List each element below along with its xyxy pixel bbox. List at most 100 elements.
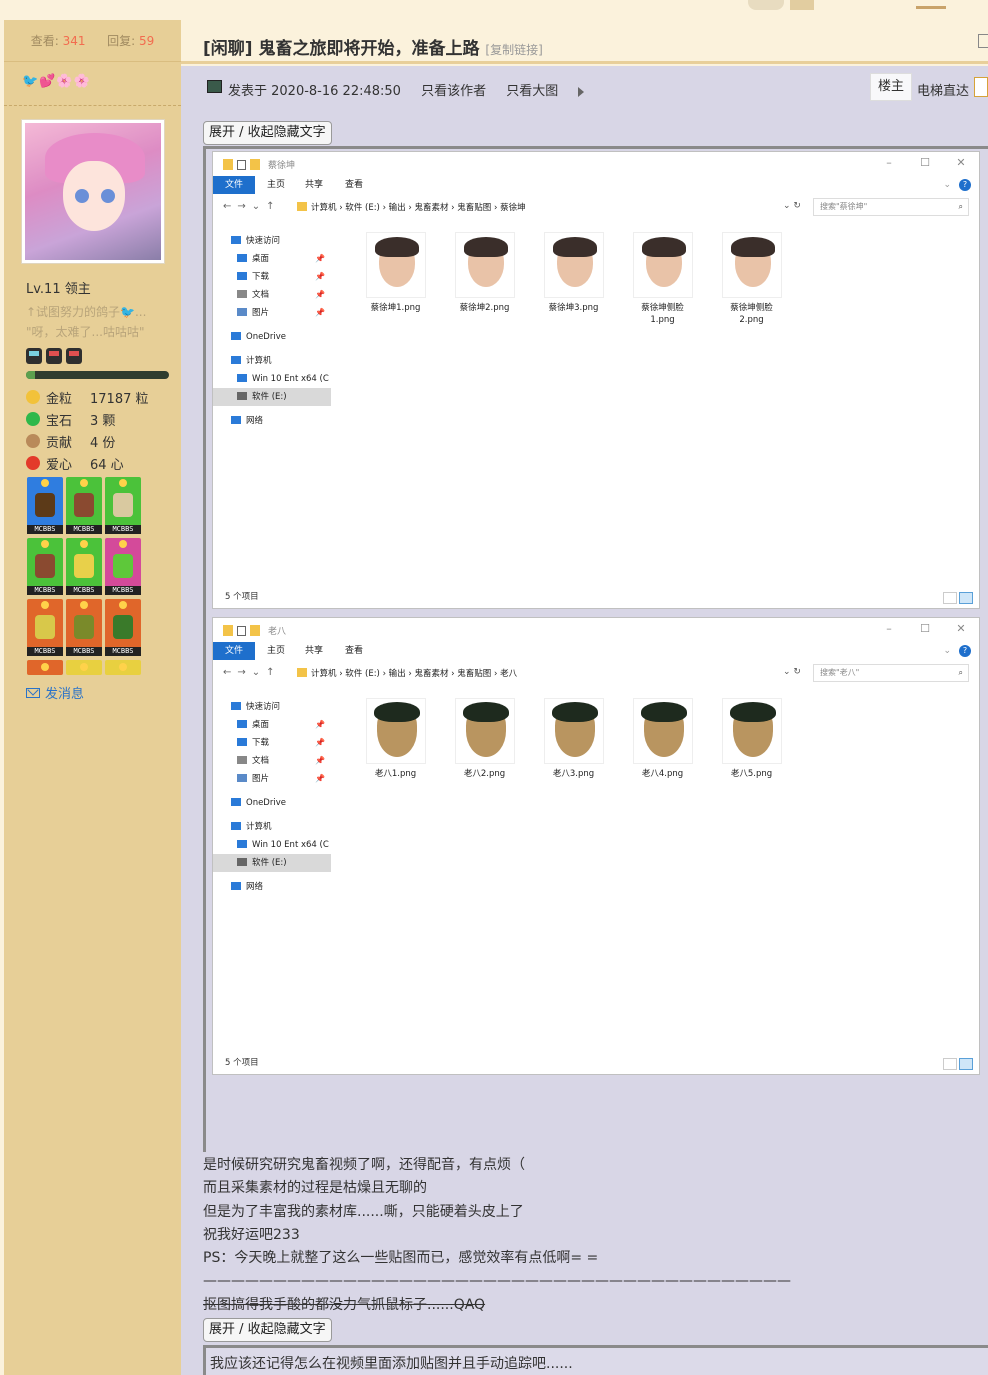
medal-badge[interactable]: MCBBS xyxy=(105,538,141,595)
nav-arrows[interactable]: ←→⌄↑ xyxy=(223,201,281,212)
file-item[interactable]: 老八3.png xyxy=(529,698,618,780)
medal-badge[interactable]: MCBBS xyxy=(105,599,141,656)
tab-file[interactable]: 文件 xyxy=(213,642,255,660)
medal-badge[interactable]: MCBBS xyxy=(27,538,63,595)
maximize-icon[interactable]: ☐ xyxy=(907,156,943,169)
search-input[interactable]: 搜索"老八" ⌕ xyxy=(813,664,969,682)
nav-item[interactable]: 计算机 xyxy=(213,352,331,370)
image-thumbnail xyxy=(454,232,515,298)
print-icon[interactable] xyxy=(978,34,988,48)
send-message-link[interactable]: 发消息 xyxy=(26,683,84,702)
close-icon[interactable]: ✕ xyxy=(943,156,979,169)
image-thumbnail xyxy=(543,232,604,298)
desktop-icon xyxy=(237,720,247,728)
close-icon[interactable]: ✕ xyxy=(943,622,979,635)
file-item[interactable]: 老八5.png xyxy=(707,698,796,780)
nav-arrows[interactable]: ←→⌄↑ xyxy=(223,667,281,678)
medal-badge[interactable] xyxy=(27,660,63,675)
nav-item[interactable]: 网络 xyxy=(213,878,331,896)
tab-view[interactable]: 查看 xyxy=(345,176,363,194)
post-body: 发表于 2020-8-16 22:48:50 只看该作者 只看大图 楼主 电梯直… xyxy=(181,66,988,1375)
nav-item[interactable]: 文档 📌 xyxy=(213,752,331,770)
maximize-icon[interactable]: ☐ xyxy=(907,622,943,635)
nav-item[interactable]: 网络 xyxy=(213,412,331,430)
medal-badge[interactable]: MCBBS xyxy=(105,477,141,534)
file-item[interactable]: 老八4.png xyxy=(618,698,707,780)
nav-item[interactable]: 图片 📌 xyxy=(213,304,331,322)
nav-item[interactable]: 软件 (E:) xyxy=(213,388,331,406)
user-credits: 金粒 17187 粒宝石 3 颗贡献 4 份爱心 64 心 xyxy=(26,386,149,474)
big-image-link[interactable]: 只看大图 xyxy=(506,84,558,99)
play-arrow-icon[interactable] xyxy=(578,86,585,97)
details-view-icon xyxy=(943,1058,957,1070)
toolbar-icon[interactable] xyxy=(748,0,784,10)
file-name: 蔡徐坤1.png xyxy=(370,303,421,313)
medal-badge[interactable]: MCBBS xyxy=(27,599,63,656)
minimize-icon[interactable]: – xyxy=(871,156,907,169)
only-author-link[interactable]: 只看该作者 xyxy=(421,84,486,99)
nav-item[interactable]: Win 10 Ent x64 (C xyxy=(213,370,331,388)
user-level[interactable]: Lv.11 领主 xyxy=(26,278,91,297)
nav-item[interactable]: 桌面 📌 xyxy=(213,716,331,734)
nav-item[interactable]: OneDrive xyxy=(213,794,331,812)
file-item[interactable]: 蔡徐坤侧脸 2.png xyxy=(707,232,796,326)
nav-item[interactable]: 软件 (E:) xyxy=(213,854,331,872)
file-list: 老八1.png 老八2.png 老八3.png 老八4.png 老八5.png xyxy=(351,698,796,780)
image-thumbnail xyxy=(365,232,426,298)
refresh-icon[interactable]: ⌄ ↻ xyxy=(783,201,801,211)
file-item[interactable]: 老八2.png xyxy=(440,698,529,780)
nav-item[interactable]: 下载 📌 xyxy=(213,268,331,286)
file-item[interactable]: 蔡徐坤3.png xyxy=(529,232,618,326)
tab-file[interactable]: 文件 xyxy=(213,176,255,194)
toggle-hidden-button[interactable]: 展开 / 收起隐藏文字 xyxy=(203,121,332,145)
file-item[interactable]: 蔡徐坤2.png xyxy=(440,232,529,326)
nav-item[interactable]: 计算机 xyxy=(213,818,331,836)
file-item[interactable]: 蔡徐坤侧脸 1.png xyxy=(618,232,707,326)
help-icon[interactable]: ? xyxy=(959,645,971,657)
medal-badge[interactable]: MCBBS xyxy=(66,599,102,656)
file-item[interactable]: 蔡徐坤1.png xyxy=(351,232,440,326)
view-toggle[interactable] xyxy=(943,1058,973,1070)
cloud-icon xyxy=(231,332,241,340)
nav-item[interactable]: 快速访问 xyxy=(213,232,331,250)
nav-item[interactable]: 下载 📌 xyxy=(213,734,331,752)
toggle-hidden-button[interactable]: 展开 / 收起隐藏文字 xyxy=(203,1318,332,1342)
toolbar-icon[interactable] xyxy=(790,0,814,10)
jump-to-floor[interactable]: 电梯直达 xyxy=(917,80,969,99)
path-breadcrumb[interactable]: 计算机 › 软件 (E:) › 输出 › 鬼畜素材 › 鬼畜贴图 › 蔡徐坤 xyxy=(297,201,526,213)
image-thumbnail xyxy=(632,232,693,298)
tab-share[interactable]: 共享 xyxy=(305,642,323,660)
nav-item[interactable]: 文档 📌 xyxy=(213,286,331,304)
path-breadcrumb[interactable]: 计算机 › 软件 (E:) › 输出 › 鬼畜素材 › 鬼畜贴图 › 老八 xyxy=(297,667,517,679)
minimize-icon[interactable]: – xyxy=(871,622,907,635)
medal-badge[interactable]: MCBBS xyxy=(27,477,63,534)
medal-badge[interactable]: MCBBS xyxy=(66,477,102,534)
view-toggle[interactable] xyxy=(943,592,973,604)
refresh-icon[interactable]: ⌄ ↻ xyxy=(783,667,801,677)
post-text: 是时候研究研究鬼畜视频了啊，还得配音，有点烦（ 而且采集素材的过程是枯燥且无聊的… xyxy=(203,1154,791,1317)
nav-item[interactable]: 快速访问 xyxy=(213,698,331,716)
tab-share[interactable]: 共享 xyxy=(305,176,323,194)
help-icon[interactable]: ? xyxy=(959,179,971,191)
tab-view[interactable]: 查看 xyxy=(345,642,363,660)
toolbar-icon[interactable] xyxy=(916,6,946,9)
nav-item[interactable]: 图片 📌 xyxy=(213,770,331,788)
drive-icon xyxy=(237,374,247,382)
nav-item[interactable]: 桌面 📌 xyxy=(213,250,331,268)
nav-item[interactable]: OneDrive xyxy=(213,328,331,346)
tab-home[interactable]: 主页 xyxy=(267,642,285,660)
chevron-down-icon[interactable]: ⌄ xyxy=(943,646,951,656)
medal-badge[interactable]: MCBBS xyxy=(66,538,102,595)
medal-badge[interactable] xyxy=(66,660,102,675)
search-input[interactable]: 搜索"蔡徐坤" ⌕ xyxy=(813,198,969,216)
file-item[interactable]: 老八1.png xyxy=(351,698,440,780)
medal-badge[interactable] xyxy=(105,660,141,675)
jump-floor-input[interactable] xyxy=(974,77,988,97)
tab-home[interactable]: 主页 xyxy=(267,176,285,194)
copy-link[interactable]: [复制链接] xyxy=(485,43,542,57)
download-icon xyxy=(237,738,247,746)
chevron-down-icon[interactable]: ⌄ xyxy=(943,180,951,190)
avatar[interactable] xyxy=(21,119,165,264)
credit-value: 17187 粒 xyxy=(90,391,149,407)
nav-item[interactable]: Win 10 Ent x64 (C xyxy=(213,836,331,854)
